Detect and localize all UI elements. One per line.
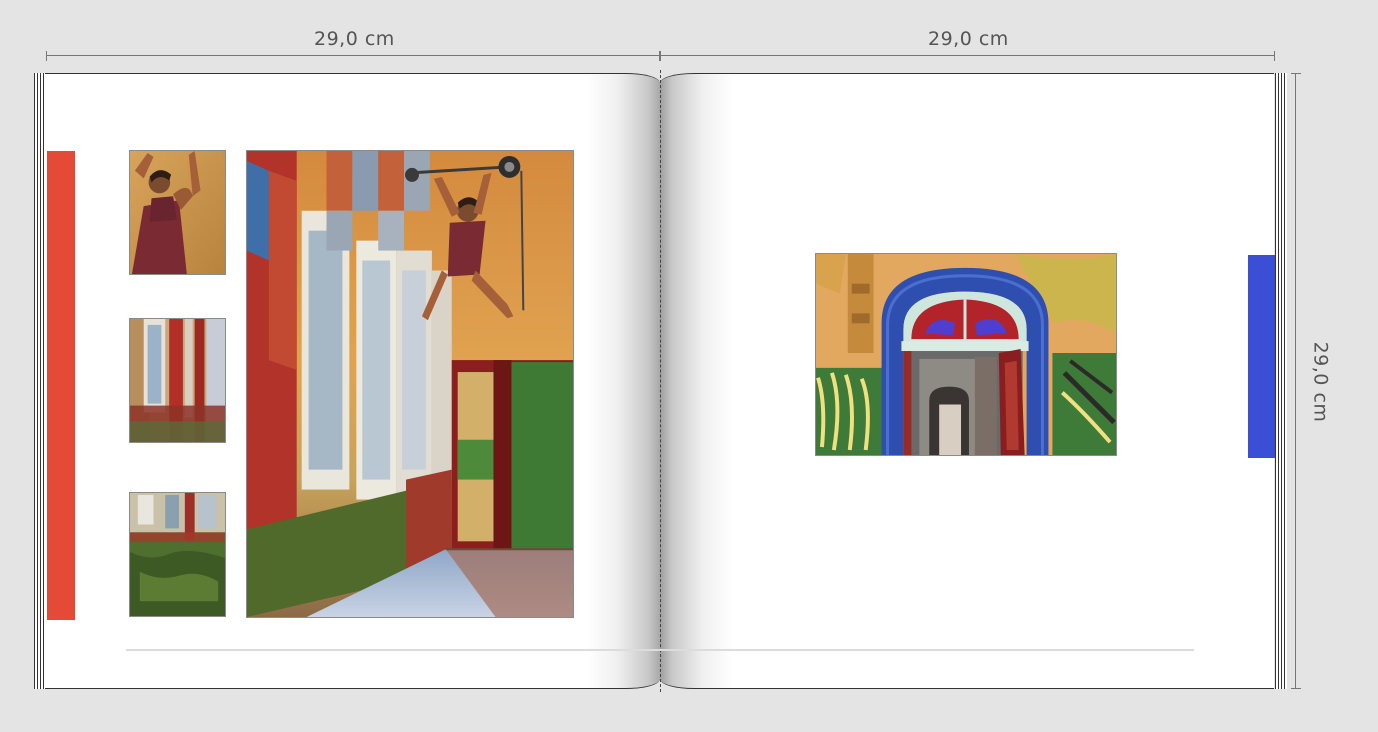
- green-wall-thumbnail[interactable]: [129, 492, 226, 617]
- left-page-width-label: 29,0 cm: [314, 28, 395, 50]
- page-height-ruler: [1291, 73, 1301, 689]
- right-page-width-label: 29,0 cm: [928, 28, 1009, 50]
- left-page-width-ruler: [46, 51, 660, 61]
- photobook-spread-editor: 29,0 cm 29,0 cm 29,0 cm: [0, 0, 1378, 732]
- right-page-width-ruler: [660, 51, 1275, 61]
- right-page-blue-marker: [1248, 255, 1275, 458]
- page-height-label: 29,0 cm: [1309, 341, 1332, 423]
- weightlifter-room-main-photo[interactable]: [246, 150, 574, 618]
- right-page-baseline: [660, 649, 1194, 651]
- right-page-edge-stack: [1275, 73, 1287, 689]
- blue-arched-doorway-photo[interactable]: [815, 253, 1117, 456]
- weightlifter-mural-thumbnail[interactable]: [129, 150, 226, 275]
- left-page-red-marker: [47, 151, 75, 620]
- window-corridor-thumbnail[interactable]: [129, 318, 226, 443]
- left-page-baseline: [126, 649, 660, 651]
- book-spine: [660, 70, 661, 692]
